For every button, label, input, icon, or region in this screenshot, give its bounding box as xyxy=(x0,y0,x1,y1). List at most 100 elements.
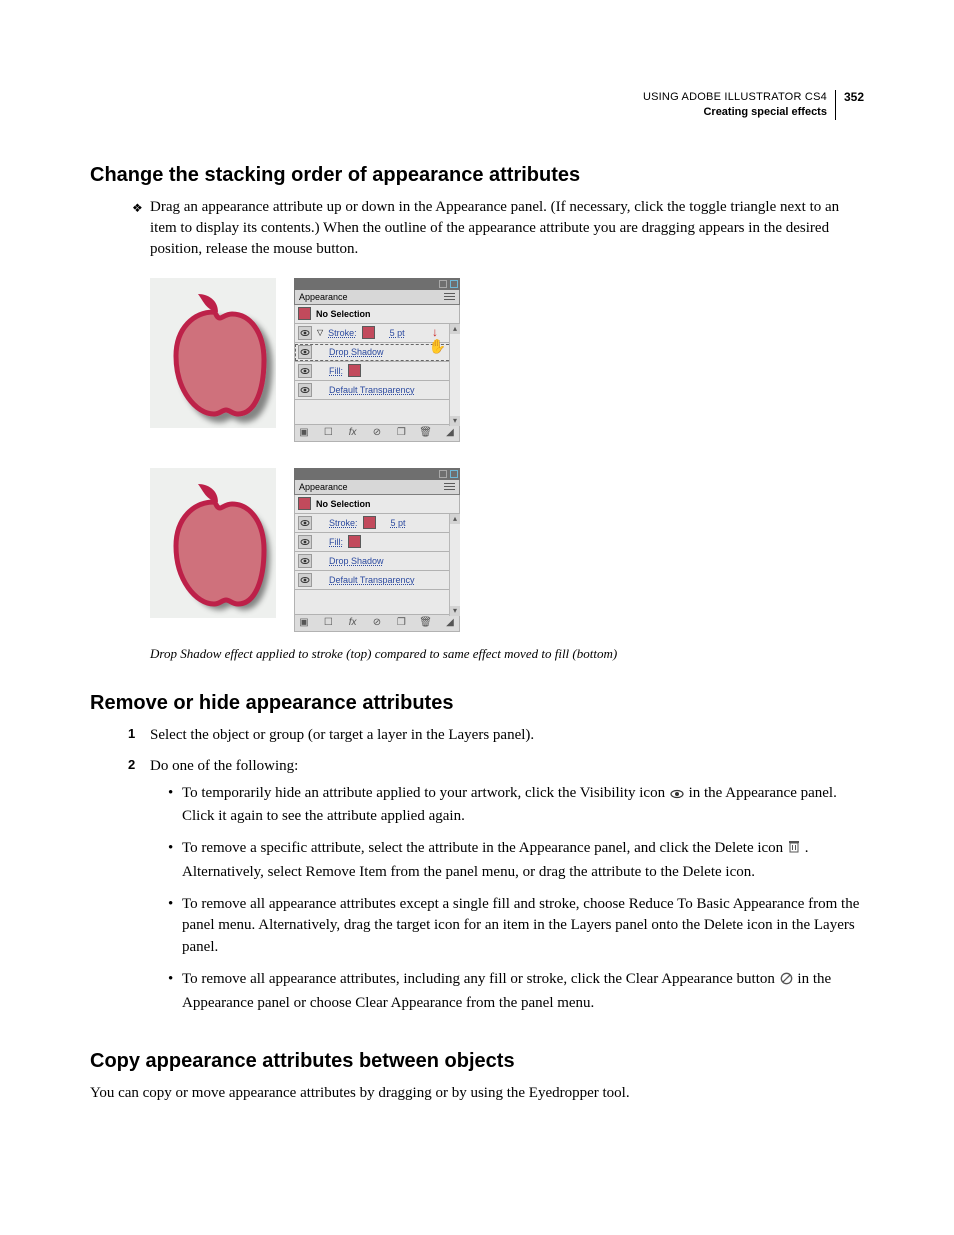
running-head: USING ADOBE ILLUSTRATOR CS4 Creating spe… xyxy=(90,90,864,120)
row-fill[interactable]: Fill: xyxy=(294,533,460,552)
panel-scrollbar[interactable]: ▴ ▾ xyxy=(449,514,460,616)
bullet-clear-appearance: To remove all appearance attributes, inc… xyxy=(168,969,864,1015)
footer-duplicate-icon[interactable]: ❐ xyxy=(395,617,407,629)
visibility-toggle[interactable] xyxy=(298,554,312,568)
footer-delete-icon[interactable]: 🗑 xyxy=(420,427,432,439)
scroll-down-icon[interactable]: ▾ xyxy=(450,606,460,616)
no-selection-label: No Selection xyxy=(316,499,371,509)
artwork-apple-fill-shadow xyxy=(150,468,276,618)
row-no-selection[interactable]: No Selection xyxy=(294,305,460,324)
visibility-toggle[interactable] xyxy=(298,364,312,378)
fill-swatch[interactable] xyxy=(348,364,361,377)
bullet-remove-specific: To remove a specific attribute, select t… xyxy=(168,838,864,884)
panel-title-text: Appearance xyxy=(299,482,348,492)
figure-row-top: Appearance No Selection ▽ Stroke: xyxy=(150,278,864,442)
scroll-up-icon[interactable]: ▴ xyxy=(450,324,460,334)
no-selection-swatch xyxy=(298,307,311,320)
fill-swatch[interactable] xyxy=(348,535,361,548)
drag-arrow-icon: ↓ xyxy=(432,325,438,339)
panel-close-icon[interactable] xyxy=(450,470,458,478)
visibility-toggle[interactable] xyxy=(298,516,312,530)
running-head-title: USING ADOBE ILLUSTRATOR CS4 xyxy=(643,90,827,105)
row-drop-shadow[interactable]: Drop Shadow fx xyxy=(294,552,460,571)
panel-footer: ▣ ☐ fx ⊘ ❐ 🗑 ◢ xyxy=(294,614,460,632)
visibility-icon xyxy=(670,785,684,807)
appearance-panel-top: Appearance No Selection ▽ Stroke: xyxy=(294,278,460,442)
artwork-apple-stroke-shadow xyxy=(150,278,276,428)
panel-menu-icon[interactable] xyxy=(444,293,455,301)
panel-title-text: Appearance xyxy=(299,292,348,302)
row-stroke[interactable]: Stroke: 5 pt xyxy=(294,514,460,533)
figure-row-bottom: Appearance No Selection Stroke: 5 pt xyxy=(150,468,864,632)
panel-tabbar xyxy=(294,278,460,290)
clear-appearance-icon xyxy=(780,971,793,993)
stroke-swatch[interactable] xyxy=(362,326,375,339)
step-2-bullets: To temporarily hide an attribute applied… xyxy=(168,783,864,1015)
heading-change-stacking-order: Change the stacking order of appearance … xyxy=(90,164,864,187)
panel-close-icon[interactable] xyxy=(450,280,458,288)
step-2-intro: Do one of the following: xyxy=(150,756,864,777)
drop-shadow-label[interactable]: Drop Shadow xyxy=(329,347,384,357)
row-default-transparency[interactable]: Default Transparency xyxy=(294,381,460,400)
bullet-hide-attribute: To temporarily hide an attribute applied… xyxy=(168,783,864,829)
panel-footer: ▣ ☐ fx ⊘ ❐ 🗑 ◢ xyxy=(294,424,460,442)
visibility-toggle[interactable] xyxy=(298,573,312,587)
page-number: 352 xyxy=(844,90,864,104)
scroll-down-icon[interactable]: ▾ xyxy=(450,416,460,426)
row-default-transparency[interactable]: Default Transparency xyxy=(294,571,460,590)
footer-fx-icon[interactable]: fx xyxy=(347,617,359,629)
footer-new-art-icon[interactable]: ▣ xyxy=(298,617,310,629)
apple-shape-top xyxy=(150,278,276,428)
stroke-value[interactable]: 5 pt xyxy=(391,518,406,528)
stroke-label[interactable]: Stroke: xyxy=(328,328,357,338)
footer-fx-icon[interactable]: fx xyxy=(347,427,359,439)
stacking-order-text: Drag an appearance attribute up or down … xyxy=(150,199,839,257)
footer-swatch-icon[interactable]: ☐ xyxy=(322,427,334,439)
panel-menu-icon[interactable] xyxy=(444,483,455,491)
footer-new-art-icon[interactable]: ▣ xyxy=(298,427,310,439)
footer-swatch-icon[interactable]: ☐ xyxy=(322,617,334,629)
panel-collapse-icon[interactable] xyxy=(439,470,447,478)
bullet-reduce-basic: To remove all appearance attributes exce… xyxy=(168,894,864,959)
visibility-toggle[interactable] xyxy=(298,535,312,549)
default-transparency-label[interactable]: Default Transparency xyxy=(329,385,415,395)
steps-list: Select the object or group (or target a … xyxy=(150,725,864,1015)
scroll-up-icon[interactable]: ▴ xyxy=(450,514,460,524)
figure-appearance-panels: Appearance No Selection ▽ Stroke: xyxy=(150,278,864,632)
stacking-order-paragraph: ❖ Drag an appearance attribute up or dow… xyxy=(150,197,864,260)
stroke-swatch[interactable] xyxy=(363,516,376,529)
visibility-toggle[interactable] xyxy=(298,383,312,397)
panel-title-row: Appearance xyxy=(294,480,460,495)
fill-label[interactable]: Fill: xyxy=(329,537,343,547)
footer-clear-icon[interactable]: ⊘ xyxy=(371,617,383,629)
row-fill[interactable]: Fill: xyxy=(294,362,460,381)
apple-shape-bottom xyxy=(150,468,276,618)
drop-shadow-label[interactable]: Drop Shadow xyxy=(329,556,384,566)
stroke-label[interactable]: Stroke: xyxy=(329,518,358,528)
heading-copy-attributes: Copy appearance attributes between objec… xyxy=(90,1050,864,1073)
step-1-text: Select the object or group (or target a … xyxy=(150,725,864,746)
footer-delete-icon[interactable]: 🗑 xyxy=(420,617,432,629)
panel-collapse-icon[interactable] xyxy=(439,280,447,288)
fill-label[interactable]: Fill: xyxy=(329,366,343,376)
stroke-value[interactable]: 5 pt xyxy=(390,328,405,338)
running-head-rule xyxy=(835,90,836,120)
visibility-toggle[interactable] xyxy=(298,345,312,359)
figure-caption: Drop Shadow effect applied to stroke (to… xyxy=(150,646,864,662)
default-transparency-label[interactable]: Default Transparency xyxy=(329,575,415,585)
step-1: Select the object or group (or target a … xyxy=(150,725,864,746)
footer-duplicate-icon[interactable]: ❐ xyxy=(395,427,407,439)
grab-cursor-icon: ✋ xyxy=(429,338,446,355)
panel-scrollbar[interactable]: ▴ ▾ xyxy=(449,324,460,426)
no-selection-label: No Selection xyxy=(316,309,371,319)
footer-clear-icon[interactable]: ⊘ xyxy=(371,427,383,439)
panel-title-row: Appearance xyxy=(294,290,460,305)
panel-tabbar xyxy=(294,468,460,480)
page: USING ADOBE ILLUSTRATOR CS4 Creating spe… xyxy=(0,0,954,1176)
footer-resize-icon[interactable]: ◢ xyxy=(444,617,456,629)
row-no-selection[interactable]: No Selection xyxy=(294,495,460,514)
footer-resize-icon[interactable]: ◢ xyxy=(444,427,456,439)
appearance-panel-bottom: Appearance No Selection Stroke: 5 pt xyxy=(294,468,460,632)
visibility-toggle[interactable] xyxy=(298,326,312,340)
no-selection-swatch xyxy=(298,497,311,510)
